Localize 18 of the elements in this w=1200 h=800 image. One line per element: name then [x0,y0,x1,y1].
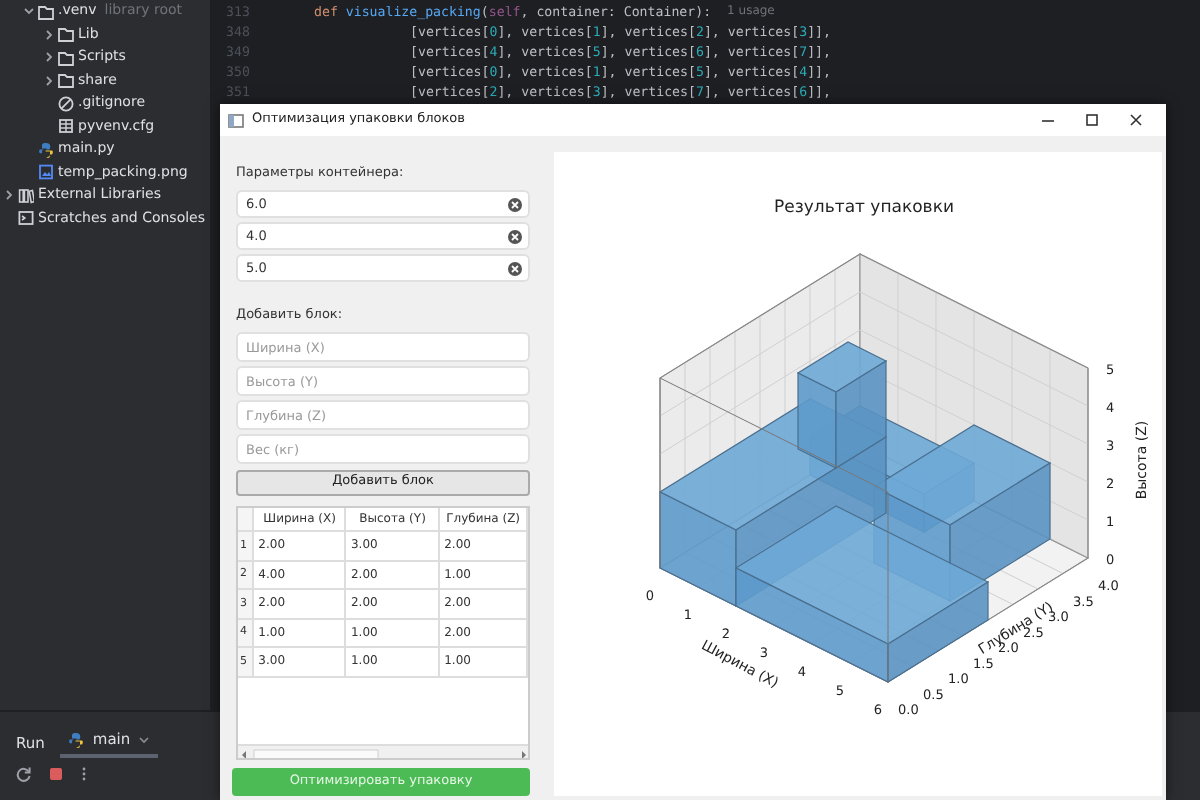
close-icon [1128,112,1144,128]
python-icon [68,731,85,748]
console-icon [18,210,34,227]
clear-icon[interactable] [508,261,522,275]
more-icon [80,766,88,783]
maximize-icon [1084,112,1100,128]
rerun-icon [16,766,32,783]
python-icon [38,141,54,158]
grid-file-icon [58,118,74,135]
chevron-down-icon [138,733,151,746]
window-icon [228,113,244,127]
slashed-circle-icon [58,95,74,112]
clear-icon[interactable] [508,197,522,211]
plot-title: Результат упаковки [774,198,954,218]
stop-icon [48,766,64,783]
clear-icon[interactable] [508,229,522,243]
library-icon [18,187,34,204]
image-file-icon [38,164,54,181]
